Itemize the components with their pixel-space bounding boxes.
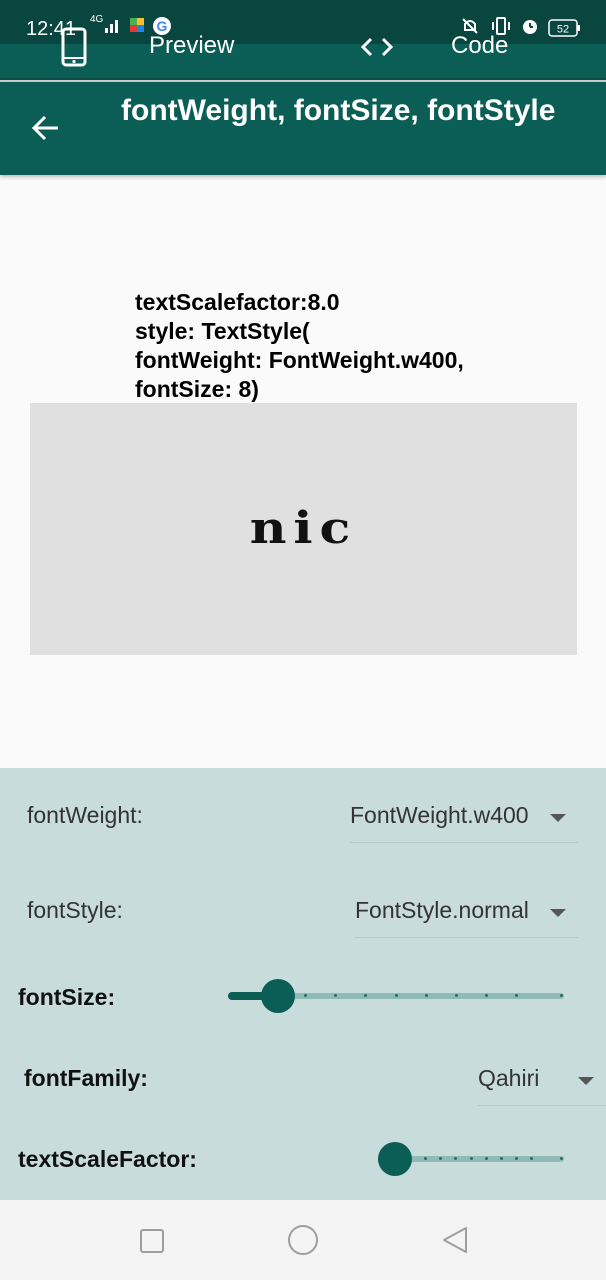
text-scale-factor-slider[interactable] xyxy=(378,1141,564,1177)
tab-code[interactable]: Code xyxy=(451,32,508,60)
font-weight-label: fontWeight: xyxy=(27,802,143,828)
battery-level: 52 xyxy=(557,24,569,36)
battery-icon: 52 xyxy=(548,19,582,42)
back-triangle-icon[interactable] xyxy=(440,1225,470,1260)
font-size-label: fontSize: xyxy=(18,984,116,1010)
alarm-icon xyxy=(520,16,540,41)
font-style-label: fontStyle: xyxy=(27,897,123,923)
signal-icon xyxy=(104,16,122,39)
font-family-dropdown[interactable]: Qahiri xyxy=(478,1065,606,1106)
font-size-slider[interactable] xyxy=(228,978,564,1014)
tab-strip: 12:41 4G G 52 Preview Code xyxy=(0,0,606,80)
slider-tick xyxy=(469,1157,473,1160)
puzzle-icon xyxy=(128,16,146,39)
tab-preview[interactable]: Preview xyxy=(149,32,234,60)
arrow-back-icon[interactable] xyxy=(30,112,62,149)
preview-sample-text: nic xyxy=(249,503,358,554)
controls-panel: fontWeight: FontWeight.w400 fontStyle: F… xyxy=(0,768,606,1200)
preview-box: nic xyxy=(30,403,577,655)
slider-tick xyxy=(560,1157,563,1160)
network-type: 4G xyxy=(90,14,104,25)
dropdown-arrow-icon xyxy=(578,1077,594,1085)
system-nav-bar xyxy=(0,1200,606,1280)
text-scale-factor-label: textScaleFactor: xyxy=(18,1146,197,1172)
font-family-label: fontFamily: xyxy=(24,1065,148,1091)
dropdown-arrow-icon xyxy=(550,909,566,917)
code-brackets-icon[interactable] xyxy=(360,36,394,63)
font-family-value: Qahiri xyxy=(478,1065,540,1091)
dropdown-arrow-icon xyxy=(550,814,566,822)
app-bar: fontWeight, fontSize, fontStyle xyxy=(0,82,606,175)
slider-tick xyxy=(303,994,307,997)
font-weight-dropdown[interactable]: FontWeight.w400 xyxy=(350,802,578,843)
status-bar: 12:41 4G G 52 xyxy=(0,0,606,44)
slider-tick xyxy=(499,1157,503,1160)
slider-tick xyxy=(423,1157,427,1160)
home-circle-icon[interactable] xyxy=(287,1224,319,1261)
style-description: textScalefactor:8.0 style: TextStyle( fo… xyxy=(135,289,464,402)
phone-icon[interactable] xyxy=(60,26,88,73)
font-style-dropdown[interactable]: FontStyle.normal xyxy=(355,897,578,938)
slider-tick xyxy=(394,994,398,997)
recents-square-icon[interactable] xyxy=(139,1228,165,1259)
slider-tick xyxy=(484,1157,488,1160)
font-style-value: FontStyle.normal xyxy=(355,897,529,923)
slider-tick xyxy=(560,994,563,997)
slider-thumb[interactable] xyxy=(261,979,296,1013)
slider-thumb[interactable] xyxy=(378,1142,412,1176)
page-title: fontWeight, fontSize, fontStyle xyxy=(121,94,556,127)
font-weight-value: FontWeight.w400 xyxy=(350,802,529,828)
slider-tick xyxy=(454,994,458,997)
slider-tick xyxy=(424,994,428,997)
